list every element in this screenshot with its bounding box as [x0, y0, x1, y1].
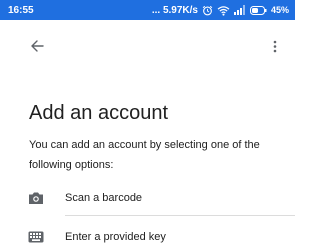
page-title: Add an account — [29, 102, 168, 124]
enter-key-label: Enter a provided key — [65, 231, 166, 243]
page-description: You can add an account by selecting one … — [29, 139, 260, 171]
arrow-back-icon[interactable] — [24, 33, 50, 59]
status-time: 16:55 — [8, 4, 34, 16]
alarm-icon — [202, 5, 213, 16]
keyboard-icon — [25, 226, 47, 247]
battery-icon — [249, 5, 267, 15]
scan-barcode-option[interactable]: Scan a barcode — [0, 181, 295, 215]
enter-key-option[interactable]: Enter a provided key — [0, 220, 295, 247]
app-toolbar — [0, 20, 295, 72]
status-indicators: ... 5.97K/s 45% — [152, 5, 289, 16]
camera-icon — [25, 187, 47, 209]
wifi-icon — [217, 5, 230, 16]
signal-icon — [233, 5, 246, 15]
scan-barcode-label: Scan a barcode — [65, 192, 143, 204]
network-speed: ... 5.97K/s — [151, 4, 198, 16]
option-divider — [65, 215, 295, 216]
status-bar: 16:55 ... 5.97K/s 45% — [0, 0, 295, 20]
more-vert-icon[interactable] — [265, 33, 285, 59]
battery-percent: 45% — [270, 5, 289, 15]
